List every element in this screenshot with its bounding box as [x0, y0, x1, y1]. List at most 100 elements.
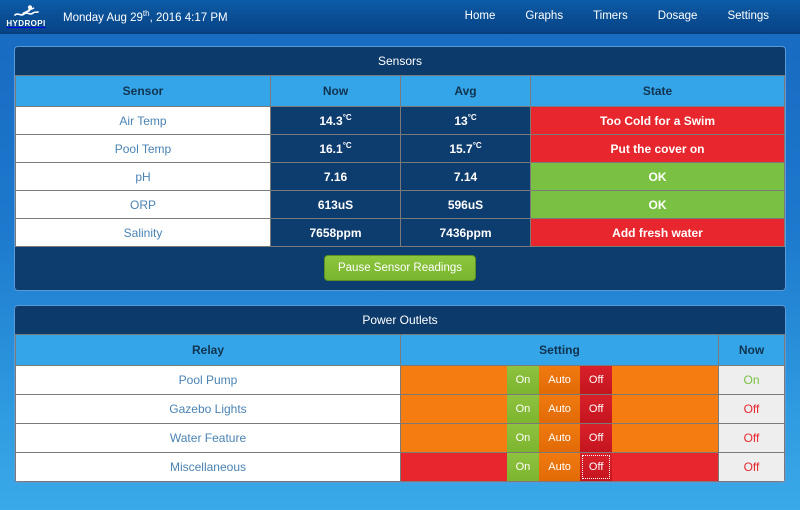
sensors-actions: Pause Sensor Readings — [15, 247, 785, 290]
relay-name: Water Feature — [15, 423, 401, 453]
table-row: Pool Pump On Auto Off On — [15, 365, 785, 395]
sensor-avg-unit: °C — [472, 141, 482, 150]
nav-item-home[interactable]: Home — [450, 0, 511, 33]
nav-item-settings[interactable]: Settings — [712, 0, 784, 33]
status-badge: OK — [530, 190, 785, 219]
nav-item-graphs[interactable]: Graphs — [510, 0, 578, 33]
table-row: Pool Temp 16.1°C 15.7°C Put the cover on — [15, 134, 785, 163]
table-row: Air Temp 14.3°C 13°C Too Cold for a Swim — [15, 106, 785, 135]
relay-setting: On Auto Off — [400, 365, 719, 395]
datetime-date: Monday Aug 29 — [63, 11, 143, 24]
pause-sensor-readings-button[interactable]: Pause Sensor Readings — [323, 255, 477, 281]
status-badge: OK — [530, 162, 785, 191]
relay-setting-group: On Auto Off — [401, 453, 718, 481]
sensor-now-value: 7658ppm — [309, 226, 362, 240]
datetime-ordinal: th — [142, 8, 150, 18]
table-row: Water Feature On Auto Off Off — [15, 423, 785, 453]
outlets-table-header-row: Relay Setting Now — [15, 334, 785, 366]
table-row: Miscellaneous On Auto Off Off — [15, 452, 785, 482]
sensor-now-value: 14.3 — [319, 114, 343, 128]
sensor-name: Air Temp — [15, 106, 271, 135]
relay-setting-off-button[interactable]: Off — [579, 366, 613, 394]
sensors-col-avg: Avg — [400, 75, 531, 107]
sensor-avg: 7.14 — [400, 162, 531, 191]
sensors-panel: Sensors Sensor Now Avg State Air Temp 14… — [14, 46, 786, 291]
main-navigation: Home Graphs Timers Dosage Settings — [450, 0, 800, 33]
sensor-name: pH — [15, 162, 271, 191]
sensor-now: 16.1°C — [270, 134, 401, 163]
relay-now-status: Off — [718, 452, 785, 482]
sensor-avg-value: 15.7 — [449, 142, 473, 156]
sensor-now-value: 16.1 — [319, 142, 343, 156]
relay-setting-group: On Auto Off — [401, 366, 718, 394]
relay-setting: On Auto Off — [400, 394, 719, 424]
power-outlets-panel: Power Outlets Relay Setting Now Pool Pum… — [14, 305, 786, 483]
brand-logo[interactable]: HYDROPI — [0, 0, 52, 33]
status-badge: Too Cold for a Swim — [530, 106, 785, 135]
outlets-col-setting: Setting — [400, 334, 719, 366]
power-outlets-table: Relay Setting Now Pool Pump On Auto Off — [15, 334, 785, 482]
outlets-col-now: Now — [718, 334, 785, 366]
relay-setting-group: On Auto Off — [401, 395, 718, 423]
sensors-col-sensor: Sensor — [15, 75, 271, 107]
sensor-now-value: 613uS — [317, 198, 354, 212]
relay-setting-on-button[interactable]: On — [506, 395, 540, 423]
sensor-avg-value: 7436ppm — [439, 226, 492, 240]
sensor-avg: 596uS — [400, 190, 531, 219]
sensor-now-unit: °C — [342, 141, 352, 150]
relay-setting-off-button[interactable]: Off — [579, 453, 613, 481]
relay-setting-on-button[interactable]: On — [506, 424, 540, 452]
relay-now-status: Off — [718, 423, 785, 453]
sensor-avg-value: 596uS — [447, 198, 484, 212]
sensors-col-now: Now — [270, 75, 401, 107]
top-navbar: HYDROPI Monday Aug 29th, 2016 4:17 PM Ho… — [0, 0, 800, 34]
relay-name: Miscellaneous — [15, 452, 401, 482]
sensor-avg-unit: °C — [467, 113, 477, 122]
sensor-name: Pool Temp — [15, 134, 271, 163]
relay-name: Pool Pump — [15, 365, 401, 395]
table-row: ORP 613uS 596uS OK — [15, 190, 785, 219]
relay-setting-on-button[interactable]: On — [506, 366, 540, 394]
relay-setting-on-button[interactable]: On — [506, 453, 540, 481]
sensor-avg: 15.7°C — [400, 134, 531, 163]
sensor-now: 613uS — [270, 190, 401, 219]
datetime-display: Monday Aug 29th, 2016 4:17 PM — [63, 9, 228, 24]
outlets-col-relay: Relay — [15, 334, 401, 366]
sensor-avg-value: 13 — [454, 114, 468, 128]
page-content: Sensors Sensor Now Avg State Air Temp 14… — [0, 34, 800, 483]
relay-setting-group: On Auto Off — [401, 424, 718, 452]
sensor-name: ORP — [15, 190, 271, 219]
sensor-now: 7.16 — [270, 162, 401, 191]
power-outlets-panel-title: Power Outlets — [15, 306, 785, 334]
table-row: Salinity 7658ppm 7436ppm Add fresh water — [15, 218, 785, 247]
relay-setting-auto-button[interactable]: Auto — [539, 366, 580, 394]
relay-now-status: On — [718, 365, 785, 395]
relay-setting-auto-button[interactable]: Auto — [539, 453, 580, 481]
sensor-now: 14.3°C — [270, 106, 401, 135]
status-badge: Add fresh water — [530, 218, 785, 247]
swimmer-icon — [13, 4, 39, 19]
table-row: pH 7.16 7.14 OK — [15, 162, 785, 191]
brand-name: HYDROPI — [6, 19, 46, 28]
datetime-time: , 2016 4:17 PM — [149, 11, 228, 24]
relay-now-status: Off — [718, 394, 785, 424]
sensor-avg: 7436ppm — [400, 218, 531, 247]
nav-item-timers[interactable]: Timers — [578, 0, 643, 33]
relay-setting: On Auto Off — [400, 423, 719, 453]
sensor-now-value: 7.16 — [323, 170, 348, 184]
sensor-now: 7658ppm — [270, 218, 401, 247]
status-badge: Put the cover on — [530, 134, 785, 163]
relay-setting-auto-button[interactable]: Auto — [539, 424, 580, 452]
sensor-now-unit: °C — [342, 113, 352, 122]
sensor-name: Salinity — [15, 218, 271, 247]
nav-item-dosage[interactable]: Dosage — [643, 0, 713, 33]
sensors-col-state: State — [530, 75, 785, 107]
relay-setting-off-button[interactable]: Off — [579, 424, 613, 452]
relay-setting-off-button[interactable]: Off — [579, 395, 613, 423]
relay-name: Gazebo Lights — [15, 394, 401, 424]
relay-setting-auto-button[interactable]: Auto — [539, 395, 580, 423]
sensor-avg-value: 7.14 — [453, 170, 478, 184]
sensor-avg: 13°C — [400, 106, 531, 135]
table-row: Gazebo Lights On Auto Off Off — [15, 394, 785, 424]
sensors-table-header-row: Sensor Now Avg State — [15, 75, 785, 107]
